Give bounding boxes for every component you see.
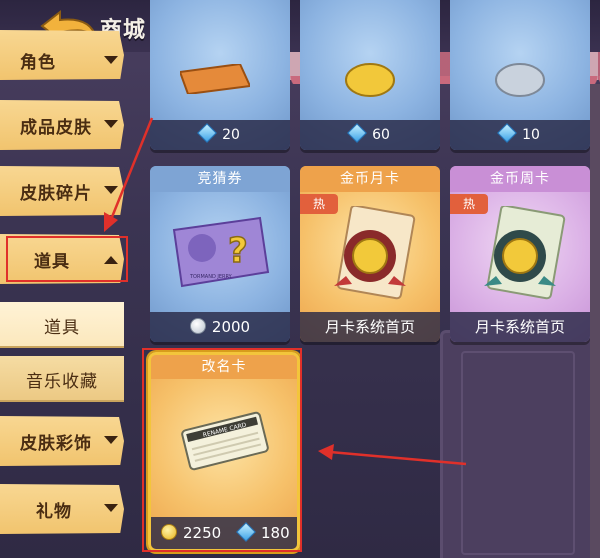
annotation-arrow-card	[318, 444, 467, 466]
shop-screen: 商城 角色 成品皮肤 皮肤碎片 道具 道具 音乐收藏 皮肤彩饰 礼物 20 60…	[0, 0, 600, 558]
annotation-arrow-sidebar	[104, 117, 154, 232]
annotation-arrows	[104, 117, 467, 466]
